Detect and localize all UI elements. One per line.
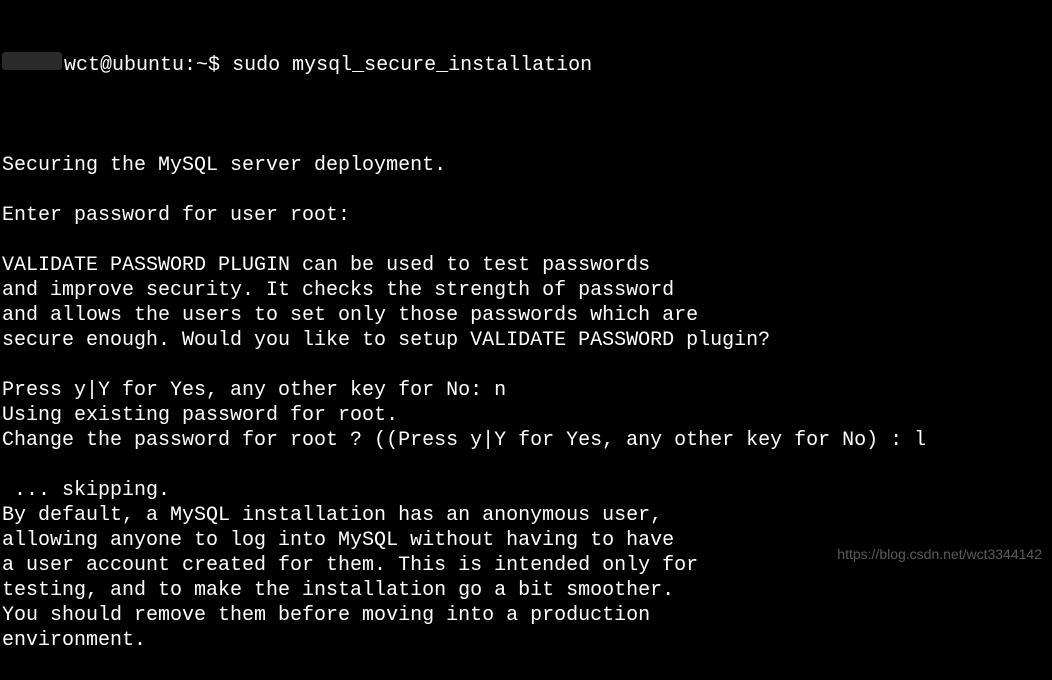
terminal-line: Press y|Y for Yes, any other key for No:… bbox=[2, 378, 1050, 403]
command-prompt-line: wct@ubuntu: ~ $ sudo mysql_secure_instal… bbox=[2, 52, 1050, 78]
terminal-line: Securing the MySQL server deployment. bbox=[2, 153, 1050, 178]
terminal-line: Enter password for user root: bbox=[2, 203, 1050, 228]
prompt-symbol: $ bbox=[208, 53, 232, 78]
terminal-line: and improve security. It checks the stre… bbox=[2, 278, 1050, 303]
terminal-line: ... skipping. bbox=[2, 478, 1050, 503]
terminal-line: Change the password for root ? ((Press y… bbox=[2, 428, 1050, 453]
prompt-path: ~ bbox=[196, 53, 208, 78]
terminal-line bbox=[2, 453, 1050, 478]
terminal-output[interactable]: wct@ubuntu: ~ $ sudo mysql_secure_instal… bbox=[0, 0, 1052, 680]
terminal-line: Using existing password for root. bbox=[2, 403, 1050, 428]
terminal-line: testing, and to make the installation go… bbox=[2, 578, 1050, 603]
output-lines-container: Securing the MySQL server deployment. En… bbox=[2, 128, 1050, 653]
terminal-line bbox=[2, 353, 1050, 378]
terminal-line bbox=[2, 178, 1050, 203]
command-text: sudo mysql_secure_installation bbox=[232, 53, 592, 78]
terminal-line: VALIDATE PASSWORD PLUGIN can be used to … bbox=[2, 253, 1050, 278]
redacted-block bbox=[2, 52, 62, 70]
terminal-line: secure enough. Would you like to setup V… bbox=[2, 328, 1050, 353]
terminal-line: You should remove them before moving int… bbox=[2, 603, 1050, 628]
terminal-line bbox=[2, 128, 1050, 153]
watermark-text: https://blog.csdn.net/wct3344142 bbox=[837, 546, 1042, 564]
prompt-user: wct@ubuntu: bbox=[64, 53, 196, 78]
terminal-line: and allows the users to set only those p… bbox=[2, 303, 1050, 328]
terminal-line: By default, a MySQL installation has an … bbox=[2, 503, 1050, 528]
terminal-line: environment. bbox=[2, 628, 1050, 653]
terminal-line bbox=[2, 228, 1050, 253]
